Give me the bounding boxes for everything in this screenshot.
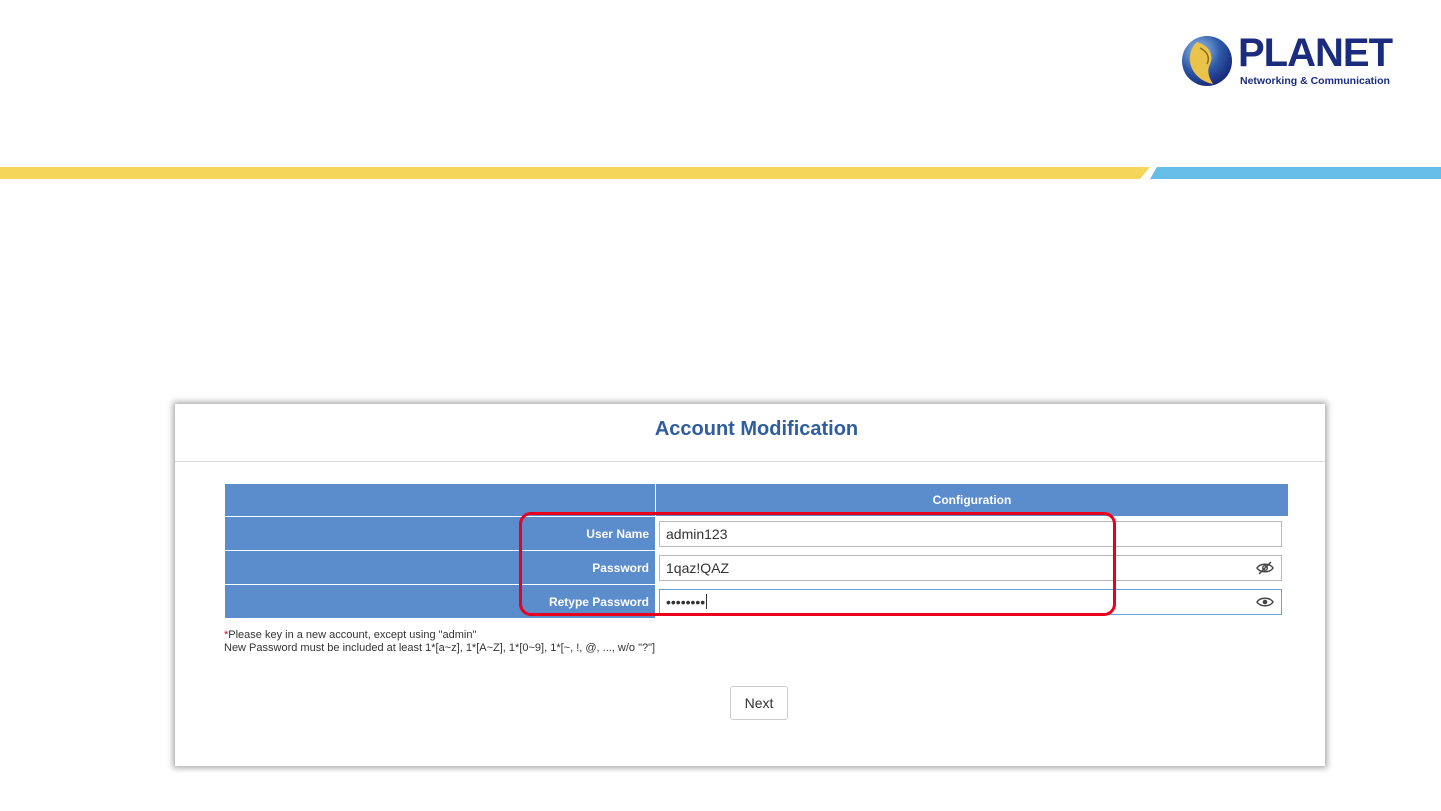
note-line-1: *Please key in a new account, except usi… — [224, 629, 477, 641]
blue-stripe — [1150, 167, 1441, 179]
page-title: Account Modification — [654, 418, 859, 440]
eye-slash-icon[interactable] — [1256, 560, 1274, 575]
yellow-stripe — [0, 167, 1150, 179]
globe-face-logo-icon — [1182, 36, 1232, 86]
retype-password-input[interactable]: •••••••• — [659, 588, 1282, 615]
text-caret — [706, 593, 708, 609]
column-header-configuration: Configuration — [655, 483, 1289, 517]
banner-stripes — [0, 167, 1441, 179]
eye-icon[interactable] — [1256, 595, 1274, 609]
password-label: Password — [224, 550, 656, 585]
next-button[interactable]: Next — [730, 686, 788, 720]
planet-logo: PLANET Networking & Communication — [1180, 30, 1393, 92]
brand-tagline: Networking & Communication — [1240, 75, 1390, 87]
table-header-row: Configuration — [224, 483, 1289, 517]
retype-password-label: Retype Password — [224, 584, 656, 619]
note-line-2: New Password must be included at least 1… — [224, 642, 656, 654]
title-divider — [175, 461, 1325, 462]
account-modification-panel: Account Modification Configuration User … — [175, 404, 1325, 766]
header-blank-cell — [224, 483, 656, 517]
brand-name: PLANET — [1238, 31, 1393, 75]
table-row: Password 1qaz!QAZ — [224, 550, 1289, 585]
retype-password-cell: •••••••• — [655, 584, 1289, 619]
user-name-input[interactable]: admin123 — [659, 520, 1282, 547]
config-table: Configuration User Name admin123 Passwor… — [224, 483, 1289, 619]
password-cell: 1qaz!QAZ — [655, 550, 1289, 585]
user-name-value: admin123 — [666, 525, 728, 542]
password-value: 1qaz!QAZ — [666, 559, 730, 576]
user-name-cell: admin123 — [655, 516, 1289, 551]
table-row: Retype Password •••••••• — [224, 584, 1289, 619]
retype-password-value: •••••••• — [666, 593, 706, 610]
password-rules-note: *Please key in a new account, except usi… — [224, 629, 655, 655]
password-input[interactable]: 1qaz!QAZ — [659, 554, 1282, 581]
user-name-label: User Name — [224, 516, 656, 551]
table-row: User Name admin123 — [224, 516, 1289, 551]
